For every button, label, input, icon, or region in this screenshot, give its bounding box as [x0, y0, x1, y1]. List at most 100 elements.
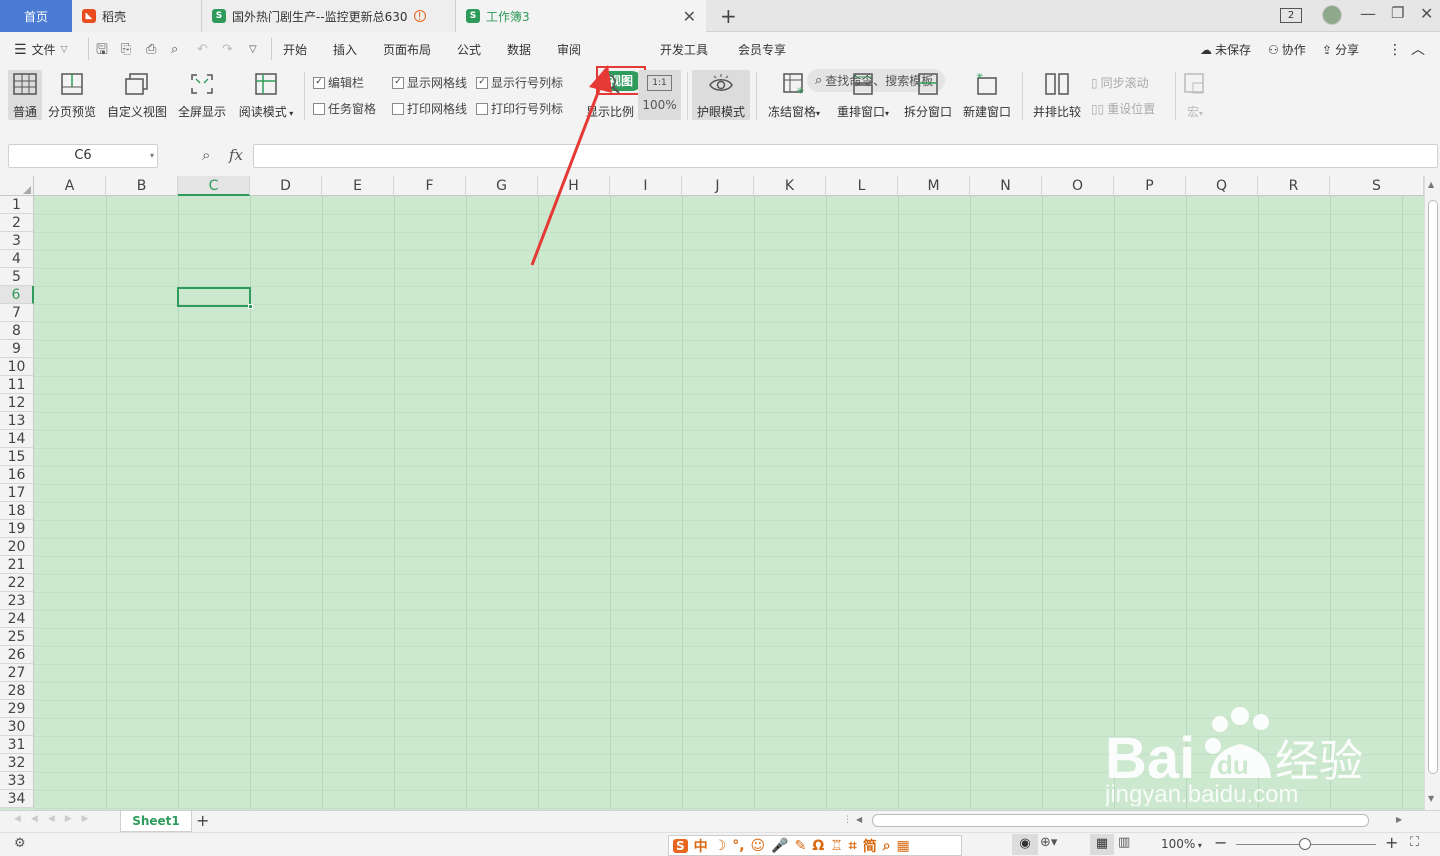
new-window-button[interactable]: ✳ 新建窗口: [961, 70, 1013, 120]
minimize-icon[interactable]: —: [1360, 4, 1376, 23]
zoom-slider-thumb[interactable]: [1299, 838, 1311, 850]
tab-review[interactable]: 审阅: [557, 40, 581, 60]
column-header-p[interactable]: P: [1114, 176, 1186, 196]
print-preview-icon[interactable]: ⌕: [171, 40, 178, 60]
row-header-15[interactable]: 15: [0, 448, 34, 466]
unsaved-button[interactable]: ☁ 未保存: [1200, 40, 1251, 60]
tab-developer[interactable]: 开发工具: [660, 40, 708, 60]
column-header-d[interactable]: D: [250, 176, 322, 196]
row-header-25[interactable]: 25: [0, 628, 34, 646]
tab-active-workbook[interactable]: S 工作簿3 ✕: [456, 0, 706, 32]
normal-view-button[interactable]: 普通: [8, 70, 42, 120]
tab-member[interactable]: 会员专享: [738, 40, 786, 60]
share-button[interactable]: ⇪ 分享: [1322, 40, 1359, 60]
tab-home[interactable]: 首页: [0, 0, 72, 32]
tab-insert[interactable]: 插入: [333, 40, 357, 60]
row-header-10[interactable]: 10: [0, 358, 34, 376]
row-header-31[interactable]: 31: [0, 736, 34, 754]
row-header-12[interactable]: 12: [0, 394, 34, 412]
full-screen-button[interactable]: 全屏显示: [176, 70, 228, 120]
row-header-14[interactable]: 14: [0, 430, 34, 448]
column-header-r[interactable]: R: [1258, 176, 1330, 196]
macro-record-icon[interactable]: ⚙: [14, 836, 26, 851]
row-header-6[interactable]: 6: [0, 286, 34, 304]
column-header-b[interactable]: B: [106, 176, 178, 196]
select-all-corner[interactable]: [0, 176, 34, 196]
row-header-20[interactable]: 20: [0, 538, 34, 556]
zoom-100-button[interactable]: 1:1 100%: [638, 70, 681, 120]
row-header-33[interactable]: 33: [0, 772, 34, 790]
undo-icon[interactable]: ↶: [197, 40, 208, 60]
sheet-nav-arrows-icon[interactable]: ◀◀◀▶▶: [14, 814, 99, 824]
row-header-18[interactable]: 18: [0, 502, 34, 520]
scroll-left-icon[interactable]: ◀: [856, 815, 862, 824]
row-header-28[interactable]: 28: [0, 682, 34, 700]
arrange-windows-button[interactable]: 重排窗口▾: [833, 70, 893, 120]
collab-button[interactable]: ⚇ 协作: [1268, 40, 1306, 60]
custom-view-button[interactable]: 自定义视图: [106, 70, 168, 120]
task-pane-checkbox[interactable]: 任务窗格: [313, 100, 376, 117]
eye-protection-button[interactable]: 护眼模式: [692, 70, 750, 120]
column-header-a[interactable]: A: [34, 176, 106, 196]
column-header-k[interactable]: K: [754, 176, 826, 196]
tab-doc1[interactable]: S 国外热门剧生产--监控更新总630 !: [202, 0, 456, 32]
show-gridlines-checkbox[interactable]: ✓ 显示网格线: [392, 74, 467, 91]
column-header-l[interactable]: L: [826, 176, 898, 196]
column-header-f[interactable]: F: [394, 176, 466, 196]
row-header-2[interactable]: 2: [0, 214, 34, 232]
new-tab-button[interactable]: +: [720, 4, 737, 28]
horizontal-scroll-thumb[interactable]: [872, 814, 1369, 827]
column-header-c[interactable]: C: [178, 176, 250, 196]
page-break-status-icon[interactable]: ▥: [1118, 835, 1130, 850]
row-header-1[interactable]: 1: [0, 196, 34, 214]
side-by-side-button[interactable]: 并排比较: [1031, 70, 1083, 120]
scroll-right-icon[interactable]: ▶: [1396, 815, 1402, 824]
row-header-13[interactable]: 13: [0, 412, 34, 430]
format-painter-icon[interactable]: ⎘: [121, 40, 131, 60]
column-header-m[interactable]: M: [898, 176, 970, 196]
collapse-ribbon-icon[interactable]: ︿: [1411, 40, 1425, 60]
row-header-9[interactable]: 9: [0, 340, 34, 358]
macro-button[interactable]: 宏▾: [1180, 70, 1210, 120]
zoom-out-button[interactable]: −: [1214, 833, 1227, 852]
split-window-button[interactable]: 拆分窗口: [902, 70, 954, 120]
zoom-level[interactable]: 100% ▾: [1161, 837, 1202, 851]
quick-access-dropdown-icon[interactable]: ▽: [249, 40, 257, 60]
close-window-icon[interactable]: ✕: [1420, 4, 1433, 23]
tab-page-layout[interactable]: 页面布局: [383, 40, 431, 60]
vertical-scrollbar[interactable]: ▲ ▼: [1424, 176, 1440, 810]
column-header-o[interactable]: O: [1042, 176, 1114, 196]
redo-icon[interactable]: ↷: [222, 40, 233, 60]
edit-bar-checkbox[interactable]: ✓ 编辑栏: [313, 74, 364, 91]
row-header-7[interactable]: 7: [0, 304, 34, 322]
name-box[interactable]: C6 ▾: [8, 144, 158, 168]
normal-view-status-icon[interactable]: ▦: [1090, 834, 1114, 855]
scroll-up-icon[interactable]: ▲: [1428, 180, 1434, 189]
scroll-down-icon[interactable]: ▼: [1428, 794, 1434, 803]
row-header-8[interactable]: 8: [0, 322, 34, 340]
row-header-22[interactable]: 22: [0, 574, 34, 592]
read-mode-button[interactable]: 阅读模式 ▾: [236, 70, 296, 120]
row-header-23[interactable]: 23: [0, 592, 34, 610]
column-header-j[interactable]: J: [682, 176, 754, 196]
file-menu[interactable]: ☰ 文件 ▽: [14, 40, 68, 60]
zoom-search-icon[interactable]: ⌕: [202, 146, 210, 164]
sheet-tab-sheet1[interactable]: Sheet1: [120, 811, 192, 832]
vertical-scroll-thumb[interactable]: [1428, 200, 1438, 774]
spreadsheet-grid[interactable]: ABCDEFGHIJKLMNOPQRS 1 2 3 4 5 6 7 8 9 10 11 12 13 14 1…: [0, 65, 1440, 810]
ime-toolbar[interactable]: S 中 ☽ °, ☺ 🎤 ✎ Ω ♖ ⌗ 简 ⌕ ▦: [668, 835, 962, 856]
row-header-19[interactable]: 19: [0, 520, 34, 538]
function-fx-icon[interactable]: fx: [229, 146, 243, 164]
fill-handle[interactable]: [248, 304, 253, 309]
row-header-32[interactable]: 32: [0, 754, 34, 772]
row-header-11[interactable]: 11: [0, 376, 34, 394]
tab-formula[interactable]: 公式: [457, 40, 481, 60]
row-header-5[interactable]: 5: [0, 268, 34, 286]
add-sheet-button[interactable]: +: [196, 811, 209, 830]
splitter-handle-icon[interactable]: ⋮: [843, 815, 852, 825]
column-header-q[interactable]: Q: [1186, 176, 1258, 196]
close-tab-icon[interactable]: ✕: [683, 7, 696, 26]
page-break-preview-button[interactable]: 分页预览: [47, 70, 97, 120]
print-gridlines-checkbox[interactable]: 打印网格线: [392, 100, 467, 117]
print-icon[interactable]: ⎙: [146, 40, 156, 60]
